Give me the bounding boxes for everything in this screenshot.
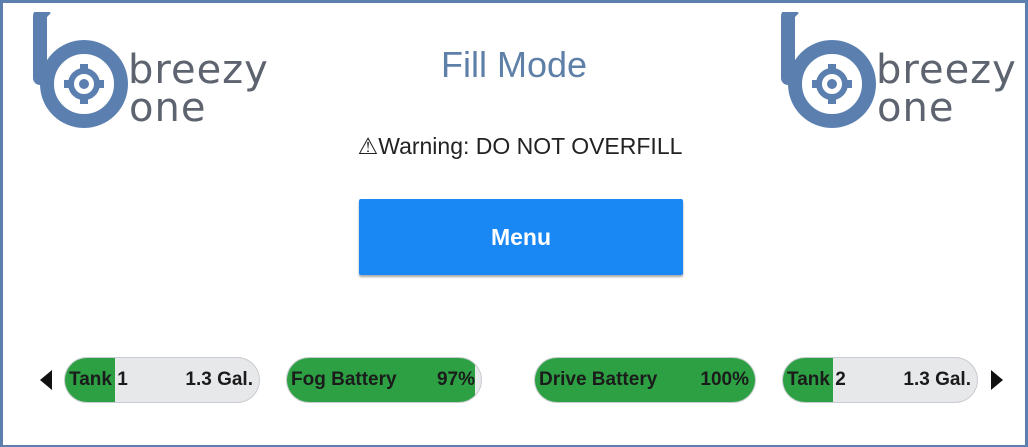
logo-text-line2: one [877,85,955,131]
gauge-drive-battery: Drive Battery 100% [534,357,756,403]
gauge-label: Drive Battery [539,369,658,390]
gauge-tank-2: Tank 2 1.3 Gal. [782,357,978,403]
gauge-value: 100% [700,369,749,390]
gauge-value: 97% [436,369,475,390]
logo-text-line2: one [129,85,207,131]
menu-button[interactable]: Menu [359,199,683,275]
right-arrow-icon[interactable] [991,370,1003,390]
gauge-label: Fog Battery [291,369,397,390]
gauge-value: 1.3 Gal. [185,369,253,390]
page-title: Fill Mode [440,44,588,85]
gauge-fog-battery: Fog Battery 97% [286,357,482,403]
gauge-label: Tank 2 [787,369,846,390]
left-arrow-icon[interactable] [40,370,52,390]
gauge-label: Tank 1 [69,369,128,390]
overfill-warning: ⚠Warning: DO NOT OVERFILL [357,133,683,159]
gauge-value: 1.3 Gal. [903,369,971,390]
gauge-tank-1: Tank 1 1.3 Gal. [64,357,260,403]
